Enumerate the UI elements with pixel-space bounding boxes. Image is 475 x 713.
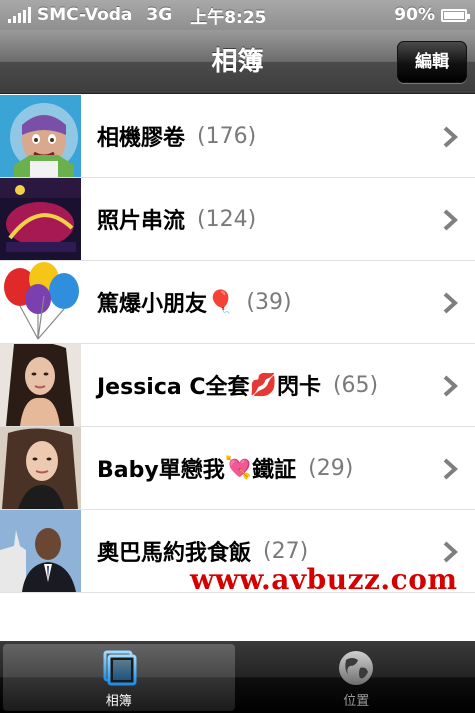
edit-button[interactable]: 編輯 (397, 41, 467, 83)
album-label: Jessica C全套 💋 閃卡 (65) (97, 369, 378, 401)
album-thumbnail-airplay-poster (0, 178, 81, 260)
lips-emoji-icon: 💋 (249, 372, 277, 398)
carrier-name: SMC-Voda (37, 5, 133, 25)
album-name: Baby單戀我 (97, 458, 225, 483)
album-name: Jessica C全套 (97, 375, 250, 400)
album-list: 相機膠卷 (176) 照片串流 (124) 篤爆小朋友 🎈 (39) Jessi… (0, 95, 475, 593)
tab-places[interactable]: 位置 (238, 641, 475, 713)
album-row-camera-roll[interactable]: 相機膠卷 (176) (0, 95, 475, 178)
tab-bar: 相簿 位置 (0, 641, 475, 713)
album-label: 相機膠卷 (176) (97, 120, 256, 152)
balloon-emoji-icon: 🎈 (207, 289, 235, 315)
album-row-jessica[interactable]: Jessica C全套 💋 閃卡 (65) (0, 344, 475, 427)
tab-label: 位置 (343, 694, 370, 709)
album-thumbnail-portrait-woman-2 (0, 427, 81, 509)
album-count: (39) (246, 289, 292, 315)
chevron-right-icon (443, 126, 458, 148)
battery-percentage: 90% (394, 5, 435, 25)
tab-label: 相簿 (105, 694, 132, 709)
album-name: 相機膠卷 (97, 126, 186, 151)
album-thumbnail-portrait-woman-1 (0, 344, 81, 426)
album-count: (29) (308, 455, 354, 481)
globe-icon (339, 651, 374, 685)
album-thumbnail-portrait-man-suit (0, 510, 81, 592)
album-name: 照片串流 (97, 209, 186, 234)
album-name: 篤爆小朋友 (97, 292, 208, 317)
status-time: 上午8:25 (190, 7, 267, 28)
battery-icon (441, 8, 470, 22)
album-label: Baby單戀我 💘 鐵証 (29) (97, 452, 353, 484)
heart-arrow-emoji-icon: 💘 (224, 455, 253, 481)
album-count: (65) (332, 372, 379, 398)
chevron-right-icon (443, 209, 458, 231)
album-label: 照片串流 (124) (97, 203, 256, 235)
album-row-photo-stream[interactable]: 照片串流 (124) (0, 178, 475, 261)
battery-fill (444, 11, 464, 19)
navigation-bar: 相簿 編輯 (0, 30, 475, 94)
chevron-right-icon (443, 458, 458, 480)
chevron-right-icon (443, 375, 458, 397)
album-row-baby[interactable]: Baby單戀我 💘 鐵証 (29) (0, 427, 475, 510)
album-name-suffix: 鐵証 (252, 458, 297, 483)
album-thumbnail-balloons (0, 261, 81, 343)
watermark-text: www.avbuzz.com (190, 563, 458, 596)
tab-albums[interactable]: 相簿 (0, 641, 238, 713)
album-label: 篤爆小朋友 🎈 (39) (97, 286, 292, 318)
album-thumbnail-toy-space-ranger (0, 95, 81, 177)
chevron-right-icon (443, 541, 458, 563)
albums-icon (103, 650, 137, 686)
chevron-right-icon (443, 292, 458, 314)
status-bar: SMC-Voda 3G 上午8:25 90% (0, 0, 475, 30)
album-name-suffix: 閃卡 (276, 375, 321, 400)
network-type: 3G (146, 5, 173, 25)
album-count: (124) (197, 206, 257, 232)
album-row-kids[interactable]: 篤爆小朋友 🎈 (39) (0, 261, 475, 344)
album-count: (176) (197, 123, 257, 149)
album-count: (27) (263, 538, 309, 564)
signal-strength-icon (8, 7, 31, 23)
